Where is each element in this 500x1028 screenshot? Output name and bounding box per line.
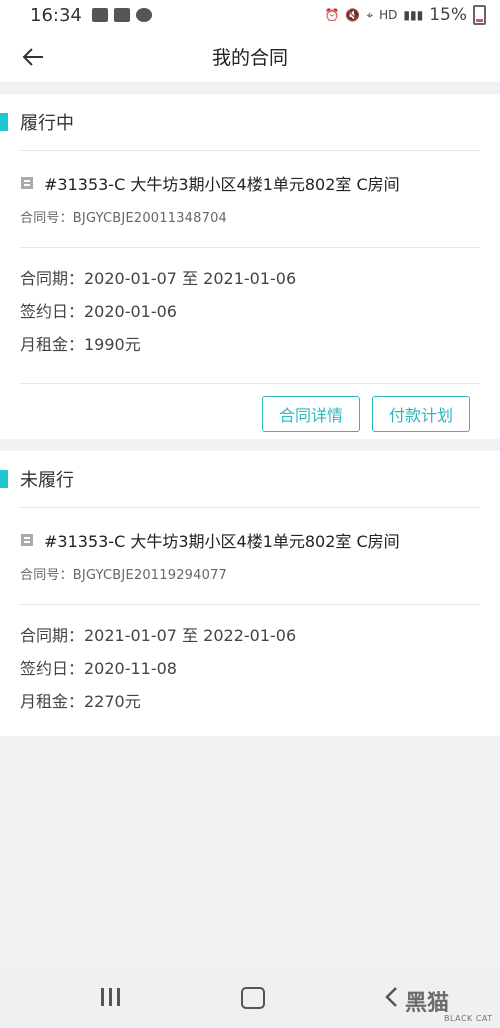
contract-info-block: 合同期：2021-01-07 至 2022-01-06 签约日：2020-11-… [0,605,500,724]
watermark-logo: 黑猫 [405,991,450,1016]
system-back-button[interactable] [384,986,398,1012]
contract-address-block[interactable]: #31353-C 大牛坊3期小区4楼1单元802室 C房间 合同号：BJGYCB… [0,151,500,226]
section-accent-bar [0,470,8,488]
contract-address: #31353-C 大牛坊3期小区4楼1单元802室 C房间 [44,175,400,194]
home-button[interactable] [241,987,265,1009]
contract-period: 合同期：2021-01-07 至 2022-01-06 [20,626,297,645]
sign-date: 签约日：2020-11-08 [20,659,177,678]
monthly-rent: 月租金：2270元 [20,692,141,711]
chevron-left-icon [385,987,397,1007]
watermark-subtitle: BLACK CAT [444,1014,493,1023]
button-row: 合同详情 付款计划 [0,384,500,444]
battery-percent: 15% [429,5,467,25]
message-notification-icon [113,8,130,22]
document-icon [21,177,33,189]
section-header: 履行中 [0,94,500,150]
status-time: 16:34 [30,4,82,26]
signal-icon: ▮▮▮ [403,8,424,22]
location-icon: ⌖ [366,7,374,22]
gallery-notification-icon [91,8,108,22]
section-header: 未履行 [0,451,500,507]
mute-icon: 🔇 [345,8,361,22]
contract-address-block[interactable]: #31353-C 大牛坊3期小区4楼1单元802室 C房间 合同号：BJGYCB… [0,508,500,583]
recent-apps-button[interactable] [101,988,123,1006]
battery-icon [473,5,486,25]
section-accent-bar [0,113,8,131]
contract-card-pending: 未履行 #31353-C 大牛坊3期小区4楼1单元802室 C房间 合同号：BJ… [0,451,500,736]
hd-indicator: HD [379,8,398,22]
status-bar: 16:34 ⏰ 🔇 ⌖ HD ▮▮▮ 15% [0,0,500,30]
document-icon [21,534,33,546]
section-title: 未履行 [20,470,74,491]
top-navbar: 我的合同 [0,30,500,82]
alarm-icon: ⏰ [324,8,340,22]
contract-card-active: 履行中 #31353-C 大牛坊3期小区4楼1单元802室 C房间 合同号：BJ… [0,94,500,439]
contract-number: 合同号：BJGYCBJE20011348704 [20,211,228,226]
contract-address: #31353-C 大牛坊3期小区4楼1单元802室 C房间 [44,532,400,551]
monthly-rent: 月租金：1990元 [20,335,141,354]
page-title: 我的合同 [211,46,288,69]
back-button[interactable] [16,40,50,74]
contract-info-block: 合同期：2020-01-07 至 2021-01-06 签约日：2020-01-… [0,248,500,367]
app-notification-icon [135,8,152,22]
contract-period: 合同期：2020-01-07 至 2021-01-06 [20,269,297,288]
payment-plan-button[interactable]: 付款计划 [371,396,470,432]
contract-number: 合同号：BJGYCBJE20119294077 [20,568,228,583]
arrow-left-icon [22,48,43,66]
section-title: 履行中 [20,113,74,134]
sign-date: 签约日：2020-01-06 [20,302,177,321]
contract-details-button[interactable]: 合同详情 [261,396,360,432]
